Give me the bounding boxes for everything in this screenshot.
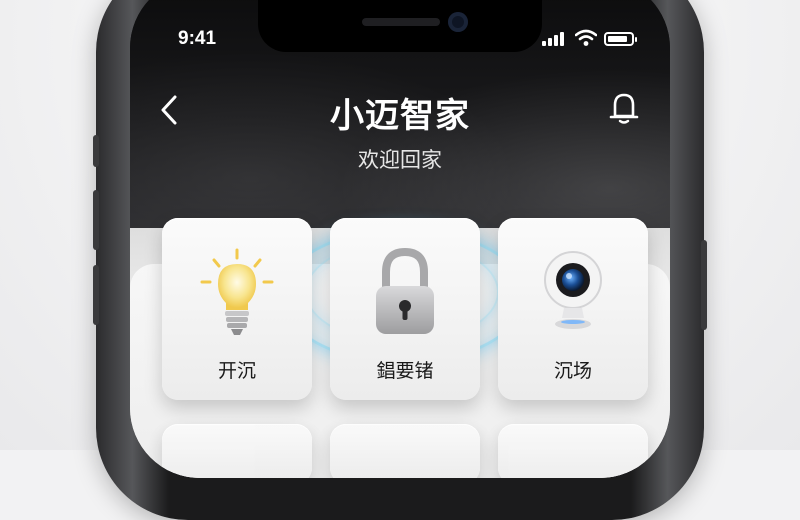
device-card-light[interactable]: 开沉	[162, 218, 312, 400]
page-title: 小迈智家	[330, 96, 470, 136]
device-label: 开沉	[217, 360, 256, 382]
page-subtitle: 欢迎回家	[358, 148, 442, 172]
wifi-icon	[575, 29, 597, 46]
battery-icon	[604, 32, 637, 46]
earpiece-speaker	[362, 18, 440, 26]
security-camera-icon	[544, 251, 602, 329]
padlock-icon	[376, 248, 434, 334]
mute-switch	[93, 135, 99, 167]
device-label: 錩要锗	[376, 360, 434, 382]
device-card-placeholder[interactable]	[330, 424, 480, 478]
power-button	[701, 240, 707, 330]
device-label: 沉场	[553, 360, 592, 382]
phone-screen: 9:41 小迈智家 欢迎回家 开沉 錩要锗 沉场	[130, 0, 670, 478]
device-card-lock[interactable]: 錩要锗	[330, 218, 480, 400]
device-card-placeholder[interactable]	[498, 424, 648, 478]
device-card-camera[interactable]: 沉场	[498, 218, 648, 400]
bell-icon[interactable]	[608, 91, 640, 125]
notch	[258, 0, 542, 52]
light-bulb-icon	[200, 248, 274, 335]
signal-bars-icon	[542, 32, 570, 46]
status-time: 9:41	[178, 28, 217, 49]
battery-level	[608, 36, 627, 42]
volume-up-button	[93, 190, 99, 250]
front-camera	[448, 12, 468, 32]
volume-down-button	[93, 265, 99, 325]
device-card-placeholder[interactable]	[162, 424, 312, 478]
